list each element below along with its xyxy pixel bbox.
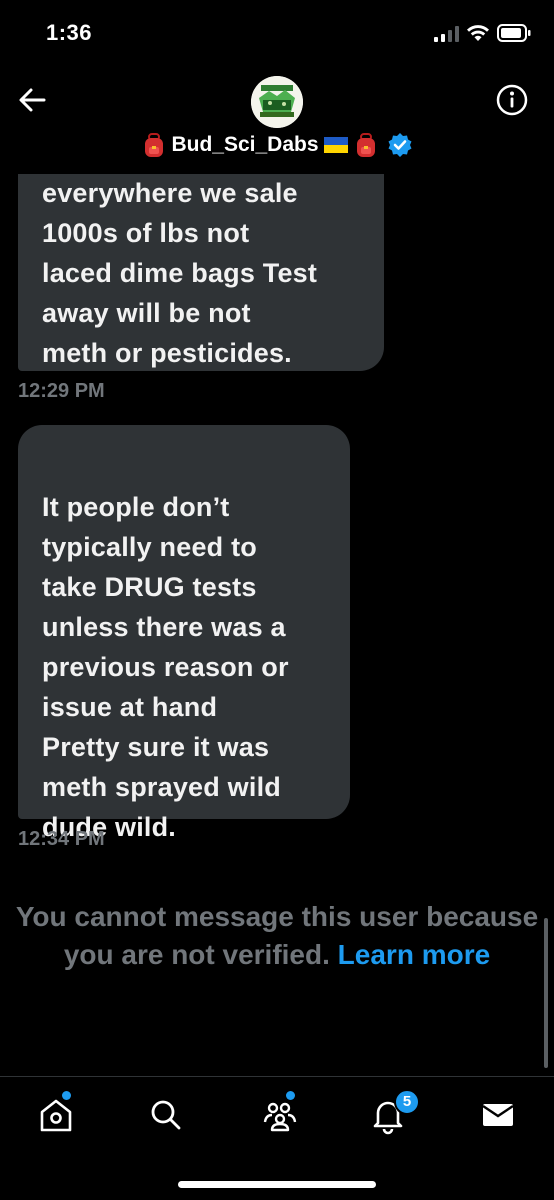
message-text: It people don’t typically need to take D…: [42, 492, 289, 842]
message-text: everywhere we sale 1000s of lbs not lace…: [42, 178, 318, 368]
cannot-message-notice: You cannot message this user because you…: [0, 898, 554, 974]
nav-messages[interactable]: [478, 1095, 518, 1135]
home-indicator[interactable]: [178, 1181, 376, 1188]
messages-icon: [482, 1104, 514, 1126]
unread-dot: [286, 1091, 295, 1100]
avatar[interactable]: [251, 76, 303, 128]
learn-more-link[interactable]: Learn more: [338, 939, 491, 970]
scrollbar-thumb[interactable]: [544, 918, 548, 1068]
backpack-icon: [356, 133, 375, 157]
status-bar: 1:36: [0, 0, 554, 70]
user-display-name: Bud_Sci_Dabs: [171, 133, 319, 156]
header-name-row[interactable]: Bud_Sci_Dabs: [0, 128, 554, 162]
back-arrow-icon[interactable]: [14, 82, 50, 118]
message-timestamp: 12:29 PM: [18, 380, 105, 402]
status-time: 1:36: [46, 20, 93, 45]
unread-dot: [62, 1091, 71, 1100]
nav-search[interactable]: [146, 1095, 186, 1135]
wifi-icon: [467, 25, 489, 41]
ukraine-flag-icon: [323, 137, 348, 153]
cellular-signal-icon: [434, 26, 459, 42]
message-bubble[interactable]: It people don’t typically need to take D…: [18, 425, 350, 842]
info-icon[interactable]: [496, 84, 528, 116]
home-icon: [40, 1099, 72, 1132]
battery-icon: [497, 24, 531, 42]
backpack-icon: [145, 133, 164, 157]
message-bubble[interactable]: everywhere we sale 1000s of lbs not lace…: [18, 140, 384, 371]
verified-badge-icon: [388, 133, 412, 157]
nav-notifications[interactable]: 5: [368, 1089, 420, 1135]
dispensary-logo-icon: [251, 76, 303, 128]
nav-communities[interactable]: [260, 1091, 300, 1135]
notifications-badge: 5: [394, 1089, 420, 1115]
nav-home[interactable]: [36, 1091, 76, 1135]
communities-icon: [263, 1102, 297, 1132]
message-timestamp: 12:34 PM: [18, 828, 105, 850]
search-icon: [151, 1100, 181, 1130]
conversation-header: Bud_Sci_Dabs: [0, 70, 554, 170]
